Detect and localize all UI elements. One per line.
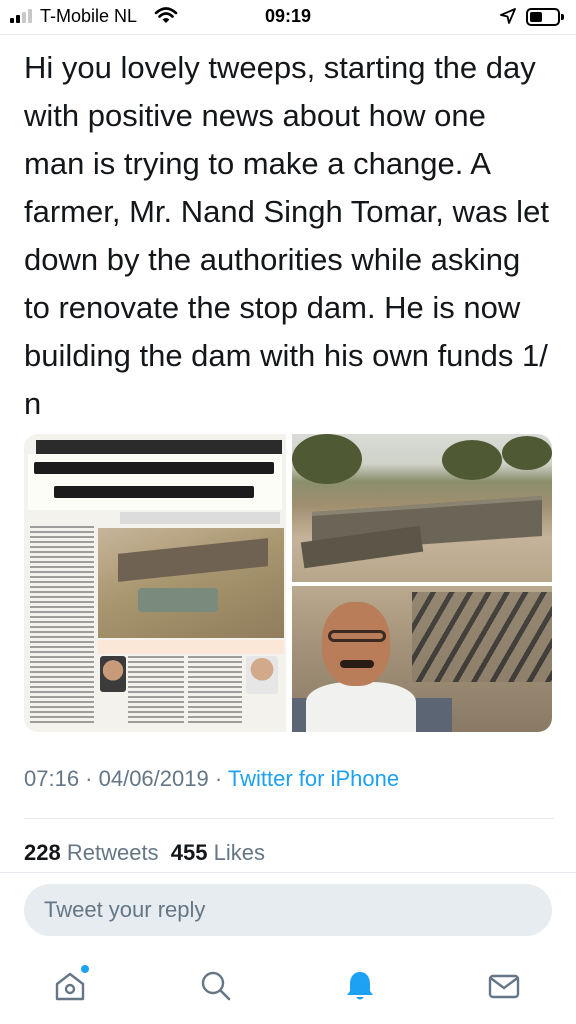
- reply-input[interactable]: [24, 884, 552, 936]
- divider: [0, 34, 576, 35]
- divider: [0, 872, 576, 873]
- clock: 09:19: [264, 6, 312, 26]
- tweet-text: Hi you lovely tweeps, starting the day w…: [24, 50, 549, 421]
- notifications-icon: [347, 972, 373, 1000]
- status-bar: T-Mobile NL 09:19: [0, 0, 576, 34]
- newspaper-clipping-image[interactable]: [24, 434, 286, 732]
- retweets-count: 228: [24, 840, 61, 865]
- tab-bar: [0, 950, 576, 1024]
- tab-messages[interactable]: [482, 964, 526, 1008]
- likes-count: 455: [170, 840, 208, 865]
- tweet-media-grid[interactable]: [24, 434, 552, 732]
- tab-home[interactable]: [48, 964, 92, 1008]
- new-content-badge: [81, 965, 89, 973]
- tweet-source-link[interactable]: Twitter for iPhone: [228, 766, 399, 791]
- location-arrow-icon: [500, 8, 516, 29]
- tab-notifications[interactable]: [338, 964, 382, 1008]
- home-icon: [55, 972, 85, 1001]
- messages-icon: [488, 974, 520, 999]
- retweets-stat[interactable]: 228 Retweets: [24, 840, 159, 865]
- tab-search[interactable]: [194, 964, 238, 1008]
- tweet-timestamp: 07:16 · 04/06/2019 ·: [24, 766, 228, 791]
- divider: [24, 818, 554, 819]
- tweet-metadata: 07:16 · 04/06/2019 · Twitter for iPhone: [24, 766, 399, 792]
- battery-icon: [526, 8, 564, 26]
- farmer-selfie-photo[interactable]: [292, 586, 552, 732]
- likes-stat[interactable]: 455 Likes: [171, 840, 265, 865]
- retweets-label: Retweets: [66, 840, 159, 865]
- stop-dam-photo[interactable]: [292, 434, 552, 582]
- reply-box[interactable]: [24, 884, 552, 936]
- search-icon: [201, 971, 231, 1001]
- likes-label: Likes: [213, 840, 265, 865]
- engagement-stats: 228 Retweets 455 Likes: [24, 840, 265, 866]
